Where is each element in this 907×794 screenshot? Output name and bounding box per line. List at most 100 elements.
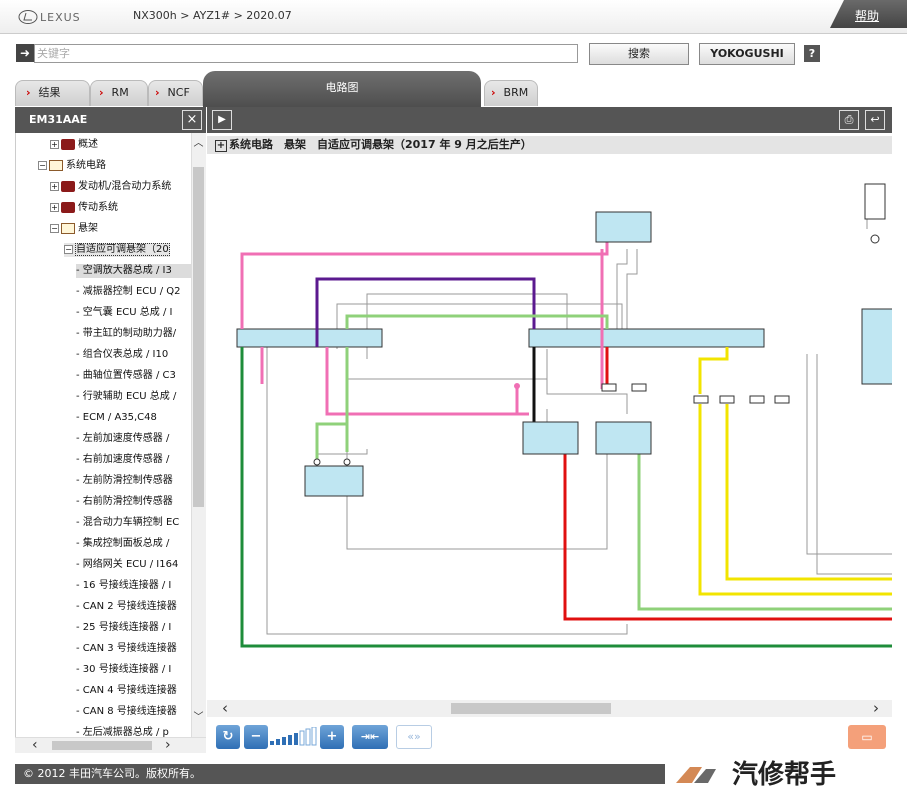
tree-item[interactable]: - 右前防滑控制传感器 [76, 495, 173, 509]
tree-item[interactable]: - 空调放大器总成 / I3 [76, 264, 206, 278]
tab-results[interactable]: › 结果 [15, 80, 90, 106]
zoom-out-icon[interactable]: − [244, 725, 268, 749]
tree-item[interactable]: - 带主缸的制动助力器/ [76, 327, 176, 341]
tree-item[interactable]: + 传动系统 [50, 201, 118, 215]
tree-item[interactable]: - 行驶辅助 ECU 总成 / [76, 390, 176, 404]
diagram-scroll-right-icon[interactable]: › [873, 700, 879, 717]
tree-item[interactable]: − 系统电路 [38, 159, 106, 173]
tab-arrow-icon: › [155, 86, 160, 99]
return-icon[interactable]: ↩ [865, 110, 885, 130]
tree-item[interactable]: - 集成控制面板总成 / [76, 537, 169, 551]
tree-item-label: - 曲轴位置传感器 / C3 [76, 370, 176, 381]
tree-item-label: - CAN 2 号接线连接器 [76, 601, 177, 612]
collapse-icon[interactable]: − [50, 223, 59, 233]
collapse-icon[interactable]: − [38, 160, 47, 170]
refresh-icon[interactable]: ↻ [216, 725, 240, 749]
tree-item[interactable]: - 减振器控制 ECU / Q2 [76, 285, 181, 299]
tree-item-label: - 16 号接线连接器 / I [76, 580, 172, 591]
tree-item[interactable]: - CAN 3 号接线连接器 [76, 642, 177, 656]
tree-item[interactable]: - CAN 2 号接线连接器 [76, 600, 177, 614]
tree-item[interactable]: - 曲轴位置传感器 / C3 [76, 369, 176, 383]
tree-item[interactable]: - CAN 4 号接线连接器 [76, 684, 177, 698]
play-icon[interactable]: ▶ [212, 110, 232, 130]
tree-item[interactable]: - 空气囊 ECU 总成 / I [76, 306, 172, 320]
scroll-down-icon[interactable]: ﹀ [192, 708, 205, 723]
tree-item-label: - 减振器控制 ECU / Q2 [76, 286, 181, 297]
tree-scroll-thumb[interactable] [193, 167, 204, 507]
tree-item-label: - 左前防滑控制传感器 [76, 475, 173, 486]
zoom-in-icon[interactable]: + [320, 725, 344, 749]
expand-icon[interactable]: + [50, 202, 59, 212]
tab-arrow-icon: › [26, 86, 31, 99]
lexus-logo: LEXUS [18, 10, 81, 24]
tree-item[interactable]: - 混合动力车辆控制 EC [76, 516, 179, 530]
open-book-icon [49, 159, 63, 171]
close-panel-button[interactable]: × [182, 110, 202, 130]
help-question-button[interactable]: ? [804, 45, 820, 62]
tree-item[interactable]: - CAN 8 号接线连接器 [76, 705, 177, 719]
tab-label: RM [111, 86, 129, 99]
logo-text: LEXUS [40, 11, 81, 24]
watermark-text: 汽修帮手 [732, 759, 836, 789]
small-pink-diamonds [514, 383, 520, 389]
tree-item[interactable]: + 发动机/混合动力系统 [50, 180, 171, 194]
tab-rm[interactable]: › RM [90, 80, 148, 106]
tree-item[interactable]: − 悬架 [50, 222, 98, 236]
tree-item[interactable]: - 右前加速度传感器 / [76, 453, 169, 467]
tree-item-label: 悬架 [78, 223, 98, 234]
comment-icon[interactable]: ▭ [848, 725, 886, 749]
expand-icon[interactable]: + [50, 139, 59, 149]
search-arrow-icon: ➜ [16, 44, 34, 62]
tree-item-label: - 右前防滑控制传感器 [76, 496, 173, 507]
scroll-up-icon[interactable]: ︿ [192, 134, 205, 149]
tree-item[interactable]: - 左前防滑控制传感器 [76, 474, 173, 488]
tree-item[interactable]: - ECM / A35,C48 [76, 411, 157, 425]
tree-item[interactable]: - 网络网关 ECU / I164 [76, 558, 178, 572]
diagram-scroll-left-icon[interactable]: ‹ [222, 700, 228, 717]
diagram-hscroll-thumb[interactable] [451, 703, 611, 714]
tree-item[interactable]: - 左前加速度传感器 / [76, 432, 169, 446]
tree-item[interactable]: - 25 号接线连接器 / I [76, 621, 171, 635]
tree-item[interactable]: - 30 号接线连接器 / I [76, 663, 171, 677]
yokogushi-button[interactable]: YOKOGUSHI [699, 43, 795, 65]
tree-item-label: 发动机/混合动力系统 [78, 181, 172, 192]
expand-box-icon[interactable]: + [215, 140, 227, 152]
tree-item-label: - 30 号接线连接器 / I [76, 664, 172, 675]
connector-bar-right [528, 328, 765, 348]
fit-page-icon[interactable]: «» [396, 725, 432, 749]
tree-item[interactable]: - 16 号接线连接器 / I [76, 579, 171, 593]
tree-item-label: - CAN 3 号接线连接器 [76, 643, 177, 654]
zoom-level-indicator[interactable] [270, 727, 320, 747]
tree-item[interactable]: + 概述 [50, 138, 98, 152]
watermark-logo: 汽修帮手 [676, 759, 836, 789]
open-book-icon [61, 222, 75, 234]
expand-icon[interactable]: + [50, 181, 59, 191]
tab-ncf[interactable]: › NCF [148, 80, 203, 106]
fuse-box [864, 183, 886, 220]
diagram-title-text: 系统电路 悬架 自适应可调悬架（2017 年 9 月之后生产） [229, 138, 532, 151]
tree-item-label: 系统电路 [66, 160, 106, 171]
search-button[interactable]: 搜索 [589, 43, 689, 65]
tab-brm[interactable]: › BRM [484, 80, 538, 106]
tree-item-label: - 集成控制面板总成 / [76, 538, 170, 549]
ecu-box-right [861, 308, 892, 385]
left-panel-title: EM31AAE [15, 107, 206, 133]
collapse-icon[interactable]: − [64, 244, 73, 254]
wiring-diagram-canvas[interactable] [207, 154, 892, 700]
tab-wiring-diagram[interactable]: 电路图 [203, 71, 481, 107]
scroll-left-icon[interactable]: ‹ [32, 737, 38, 753]
fit-width-icon[interactable]: ⇥⇤ [352, 725, 388, 749]
print-icon[interactable]: ⎙ [839, 110, 859, 130]
tree-hscroll-thumb[interactable] [52, 741, 152, 750]
tree-item-label: - 组合仪表总成 / I10 [76, 349, 169, 360]
help-link[interactable]: 帮助 [855, 7, 879, 24]
tree-item[interactable]: - 组合仪表总成 / I10 [76, 348, 168, 362]
search-input[interactable] [34, 44, 578, 63]
connector-bar-left [236, 328, 383, 348]
scroll-right-icon[interactable]: › [165, 737, 171, 753]
tree-item-label: - 25 号接线连接器 / I [76, 622, 172, 633]
tree-item[interactable]: − 自适应可调悬架（20 [64, 243, 170, 257]
ecu-box-center-right [595, 421, 652, 455]
tree-item[interactable]: - 左后减振器总成 / p [76, 726, 169, 737]
breadcrumb: NX300h > AYZ1# > 2020.07 [133, 9, 292, 22]
